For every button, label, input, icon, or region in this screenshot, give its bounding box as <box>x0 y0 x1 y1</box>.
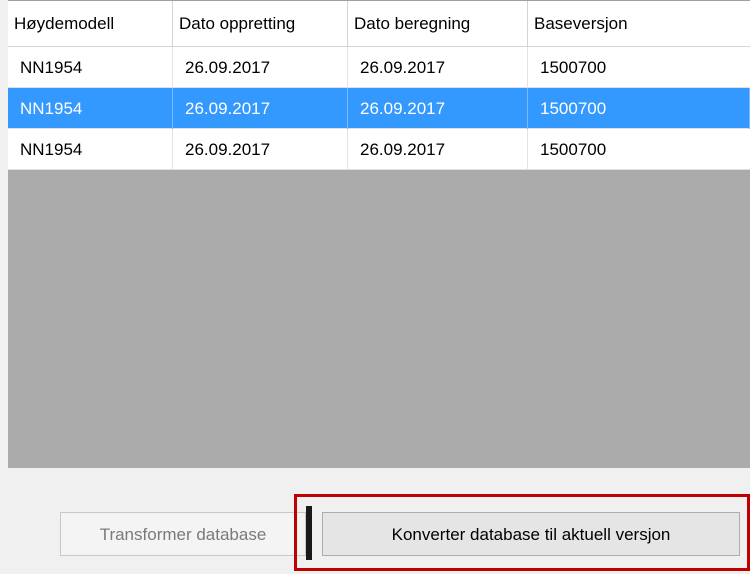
cell-baseversjon: 1500700 <box>540 140 607 159</box>
table-row[interactable]: NN1954 26.09.2017 26.09.2017 1500700 <box>8 47 750 88</box>
grid-header: Høydemodell Dato oppretting Dato beregni… <box>8 1 750 47</box>
convert-database-button[interactable]: Konverter database til aktuell versjon <box>322 512 740 556</box>
cell-hoydemodell: NN1954 <box>8 129 173 170</box>
database-panel: Høydemodell Dato oppretting Dato beregni… <box>0 0 750 574</box>
column-header-dato-oppretting[interactable]: Dato oppretting <box>173 1 348 47</box>
cell-dato-oppretting: 26.09.2017 <box>173 88 348 129</box>
button-separator <box>306 506 312 560</box>
cell-dato-beregning: 26.09.2017 <box>348 129 528 170</box>
transform-database-button[interactable]: Transformer database <box>60 512 306 556</box>
cell-hoydemodell: NN1954 <box>8 47 173 88</box>
cell-dato-oppretting: 26.09.2017 <box>173 47 348 88</box>
data-grid[interactable]: Høydemodell Dato oppretting Dato beregni… <box>8 0 750 469</box>
column-header-baseversjon[interactable]: Baseversjon <box>528 1 750 47</box>
cell-hoydemodell: NN1954 <box>8 88 173 129</box>
column-header-hoydemodell[interactable]: Høydemodell <box>8 1 173 47</box>
column-header-dato-beregning[interactable]: Dato beregning <box>348 1 528 47</box>
cell-baseversjon: 1500700 <box>528 88 750 129</box>
table-row-selected[interactable]: NN1954 26.09.2017 26.09.2017 1500700 <box>8 88 750 129</box>
cell-baseversjon: 1500700 <box>540 58 607 77</box>
table-row[interactable]: NN1954 26.09.2017 26.09.2017 1500700 <box>8 129 750 170</box>
cell-dato-beregning: 26.09.2017 <box>348 88 528 129</box>
cell-dato-oppretting: 26.09.2017 <box>173 129 348 170</box>
cell-dato-beregning: 26.09.2017 <box>348 47 528 88</box>
